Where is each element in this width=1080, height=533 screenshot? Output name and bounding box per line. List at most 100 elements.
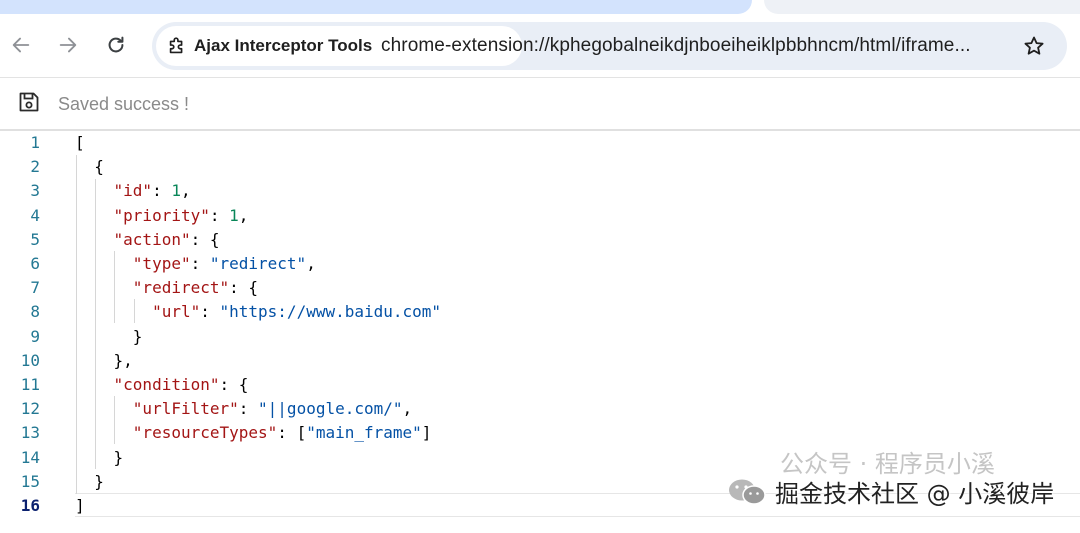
- line-number: 9: [30, 326, 40, 346]
- code-token: {: [75, 157, 104, 177]
- line-number: 16: [20, 496, 40, 515]
- code-token: ]: [75, 496, 85, 515]
- save-bar: Saved success !: [0, 79, 1080, 131]
- code-line[interactable]: "urlFilter": "||google.com/",: [75, 397, 412, 421]
- line-number: 4: [30, 205, 40, 225]
- code-line[interactable]: "id": 1,: [75, 179, 191, 203]
- code-token: : {: [190, 229, 220, 249]
- save-icon[interactable]: [17, 90, 41, 114]
- puzzle-piece-icon: [169, 37, 183, 54]
- code-line[interactable]: "url": "https://www.baidu.com": [75, 300, 441, 324]
- line-number: 1: [30, 133, 40, 152]
- arrow-left-icon: [12, 37, 30, 53]
- bookmark-button[interactable]: [1020, 32, 1048, 60]
- code-token: :: [152, 181, 172, 201]
- line-number: 12: [20, 399, 40, 419]
- forward-button[interactable]: [50, 27, 86, 63]
- line-number: 2: [30, 157, 40, 177]
- code-token: "url": [152, 302, 201, 322]
- code-token: "main_frame": [306, 423, 422, 443]
- code-token: ,: [402, 399, 413, 419]
- active-tab[interactable]: [0, 0, 752, 14]
- line-number: 3: [30, 181, 40, 201]
- star-icon: [1024, 36, 1044, 55]
- browser-toolbar: Ajax Interceptor Tools chrome-extension:…: [0, 16, 1080, 78]
- tab-strip: [0, 0, 1080, 16]
- code-token: : {: [229, 278, 259, 298]
- inactive-tab[interactable]: [764, 0, 1080, 14]
- watermark-text: 掘金技术社区 @ 小溪彼岸: [775, 480, 1055, 508]
- save-status-text: Saved success !: [58, 94, 190, 114]
- code-token: ]: [421, 423, 432, 443]
- code-token: "id": [113, 181, 153, 201]
- reload-icon: [108, 36, 124, 53]
- code-line[interactable]: {: [75, 155, 104, 179]
- code-line[interactable]: ]: [75, 494, 85, 518]
- code-line[interactable]: "action": {: [75, 228, 220, 252]
- line-number: 7: [30, 278, 40, 298]
- code-token: "type": [132, 254, 191, 273]
- line-number-gutter: 1 2 3 4 5 6 7 8 9 10 11 12 13 14 15 16: [0, 131, 60, 533]
- address-bar[interactable]: Ajax Interceptor Tools chrome-extension:…: [152, 22, 1067, 70]
- wechat-logo-icon: [729, 479, 766, 505]
- code-token: ,: [238, 205, 249, 225]
- watermark: 掘金技术社区 @ 小溪彼岸: [727, 474, 1054, 509]
- code-line[interactable]: "type": "redirect",: [75, 252, 316, 276]
- line-number: 11: [20, 375, 40, 394]
- code-line[interactable]: },: [75, 349, 133, 373]
- code-token: "redirect": [209, 254, 307, 273]
- line-number: 8: [30, 302, 40, 322]
- code-token: : {: [219, 375, 249, 394]
- arrow-right-icon: [59, 37, 77, 53]
- code-line[interactable]: }: [75, 470, 104, 494]
- url-text[interactable]: chrome-extension://kphegobalneikdjnboeih…: [381, 35, 971, 57]
- code-token: "priority": [113, 205, 210, 225]
- code-token: ,: [180, 181, 191, 201]
- code-token: [: [75, 133, 85, 152]
- code-line[interactable]: "condition": {: [75, 373, 249, 397]
- reload-button[interactable]: [98, 27, 134, 63]
- code-token: }: [75, 326, 143, 346]
- line-number: 10: [20, 350, 40, 370]
- code-token: 1: [229, 205, 239, 225]
- code-token: }: [75, 447, 124, 467]
- code-token: :: [238, 399, 259, 419]
- code-token: :: [190, 254, 210, 273]
- line-number: 15: [20, 471, 40, 491]
- line-number: 14: [20, 447, 40, 467]
- line-number: 5: [30, 229, 40, 249]
- code-line[interactable]: }: [75, 446, 124, 470]
- code-token: "redirect": [132, 278, 230, 298]
- code-token: "resourceTypes": [132, 423, 278, 443]
- code-token: ,: [306, 254, 316, 273]
- code-token: 1: [171, 181, 181, 201]
- code-token: "https://www.baidu.com": [219, 302, 442, 322]
- code-token: }: [75, 471, 104, 491]
- code-token: },: [75, 350, 133, 370]
- extension-name: Ajax Interceptor Tools: [194, 36, 373, 55]
- code-token: "action": [113, 229, 191, 249]
- code-token: :: [209, 205, 230, 225]
- code-token: "condition": [113, 375, 220, 394]
- code-token: "||google.com/": [258, 399, 403, 419]
- code-line[interactable]: "resourceTypes": ["main_frame"]: [75, 421, 432, 445]
- code-line[interactable]: "priority": 1,: [75, 204, 249, 228]
- line-number: 6: [30, 254, 40, 273]
- code-token: :: [200, 302, 220, 322]
- code-token: "urlFilter": [132, 399, 239, 419]
- code-line[interactable]: "redirect": {: [75, 276, 258, 300]
- code-line[interactable]: [: [75, 131, 85, 155]
- back-button[interactable]: [3, 27, 39, 63]
- line-number: 13: [20, 423, 40, 443]
- code-token: : [: [277, 423, 307, 443]
- code-line[interactable]: }: [75, 325, 143, 349]
